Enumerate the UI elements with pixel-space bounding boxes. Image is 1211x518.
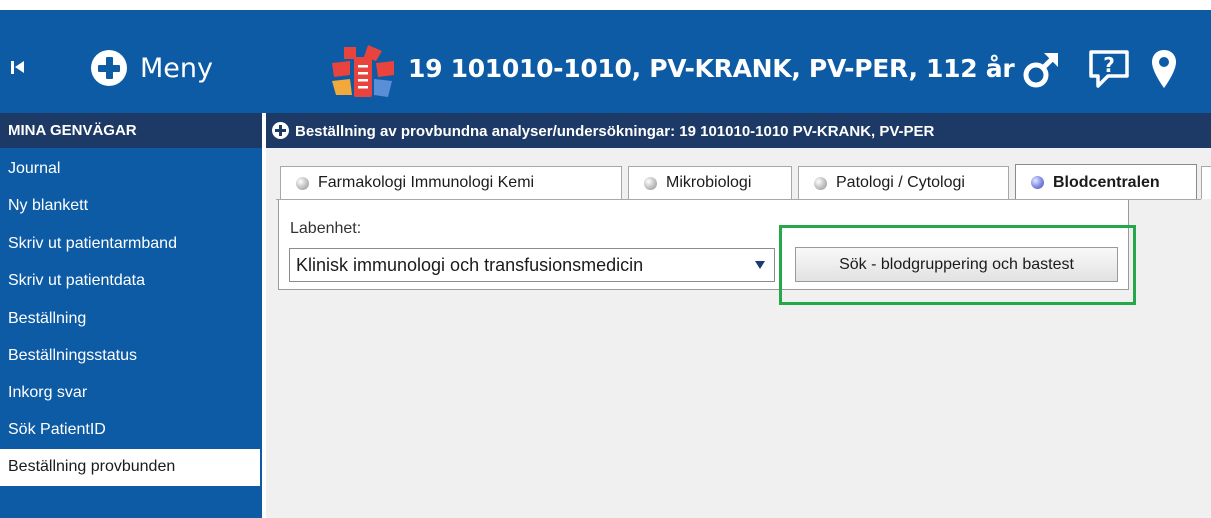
sidebar-item-inkorg-svar[interactable]: Inkorg svar bbox=[0, 375, 260, 412]
sidebar-item-patientdata[interactable]: Skriv ut patientdata bbox=[0, 263, 260, 300]
labenhet-label: Labenhet: bbox=[290, 220, 362, 237]
sidebar-item-sok-patientid[interactable]: Sök PatientID bbox=[0, 412, 260, 449]
sidebar-item-bestallning-provbunden[interactable]: Beställning provbunden bbox=[0, 449, 260, 486]
tab-blodcentralen[interactable]: Blodcentralen bbox=[1015, 164, 1197, 200]
labenhet-select[interactable]: Klinisk immunologi och transfusionsmedic… bbox=[289, 248, 775, 282]
radio-dot-icon bbox=[296, 176, 309, 190]
sidebar: MINA GENVÄGAR Journal Ny blankett Skriv … bbox=[0, 113, 262, 518]
radio-dot-icon bbox=[1031, 176, 1044, 189]
tab-overflow[interactable] bbox=[1201, 166, 1211, 199]
panel-title: Beställning av provbundna analyser/under… bbox=[295, 123, 935, 140]
collapse-icon[interactable] bbox=[9, 56, 29, 80]
main-panel: Beställning av provbundna analyser/under… bbox=[266, 113, 1211, 518]
sidebar-title: MINA GENVÄGAR bbox=[0, 113, 262, 148]
menu-label: Meny bbox=[140, 52, 213, 84]
radio-dot-icon bbox=[814, 176, 827, 190]
radio-dot-icon bbox=[644, 176, 657, 190]
patient-info: 19 101010-1010, PV-KRANK, PV-PER, 112 år bbox=[408, 54, 1015, 83]
tab-patologi-cytologi[interactable]: Patologi / Cytologi bbox=[798, 166, 1009, 199]
sidebar-item-bestallningsstatus[interactable]: Beställningsstatus bbox=[0, 338, 260, 375]
plus-circle-icon bbox=[272, 122, 289, 139]
sidebar-item-patientarmband[interactable]: Skriv ut patientarmband bbox=[0, 226, 260, 263]
location-pin-icon[interactable] bbox=[1150, 48, 1178, 90]
panel-title-bar: Beställning av provbundna analyser/under… bbox=[266, 113, 1211, 148]
sidebar-item-bestallning[interactable]: Beställning bbox=[0, 301, 260, 338]
app-header: Meny 19 101010-1010, PV-KRANK, PV-PER, 1… bbox=[0, 10, 1211, 113]
menu-button[interactable]: Meny bbox=[91, 48, 213, 88]
sidebar-item-journal[interactable]: Journal bbox=[0, 151, 260, 188]
svg-text:?: ? bbox=[1103, 53, 1115, 77]
highlight-annotation bbox=[779, 225, 1136, 305]
tab-mikrobiologi[interactable]: Mikrobiologi bbox=[628, 166, 792, 199]
male-icon bbox=[1023, 53, 1058, 88]
patient-logo-icon bbox=[332, 45, 394, 97]
question-bubble-icon[interactable]: ? bbox=[1086, 48, 1132, 90]
labenhet-value: Klinisk immunologi och transfusionsmedic… bbox=[296, 255, 644, 275]
tab-farmakologi-immunologi-kemi[interactable]: Farmakologi Immunologi Kemi bbox=[280, 166, 622, 199]
chevron-down-icon bbox=[755, 261, 765, 269]
sidebar-item-ny-blankett[interactable]: Ny blankett bbox=[0, 188, 260, 225]
plus-circle-icon bbox=[91, 50, 127, 86]
